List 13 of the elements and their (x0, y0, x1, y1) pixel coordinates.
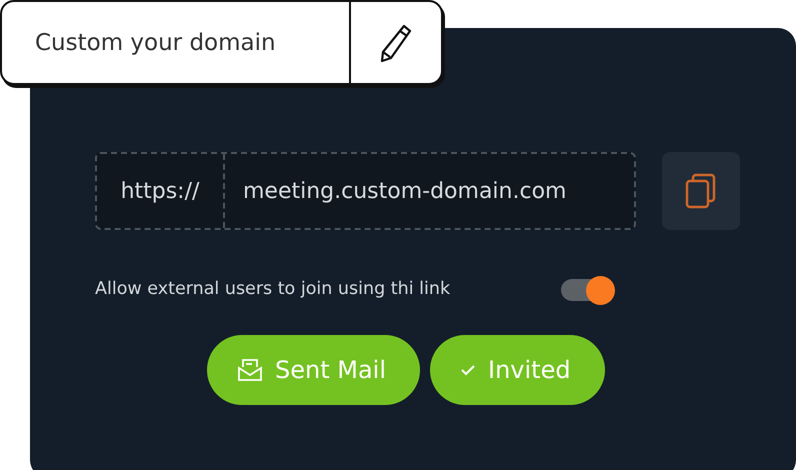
toggle-switch[interactable] (561, 276, 615, 302)
envelope-icon (237, 357, 263, 383)
copy-button[interactable] (662, 152, 740, 230)
sent-mail-button[interactable]: Sent Mail (207, 335, 420, 405)
invited-button[interactable]: Invited (430, 335, 605, 405)
external-users-label: Allow external users to join using thi link (95, 279, 452, 299)
check-icon (460, 364, 476, 376)
copy-icon (685, 173, 717, 209)
pencil-icon (379, 22, 413, 62)
url-prefix: https:// (97, 154, 225, 228)
url-value: meeting.custom-domain.com (242, 178, 566, 204)
url-field[interactable]: https:// meeting.custom-domain.com (95, 152, 636, 230)
header-title: Custom your domain (34, 28, 277, 58)
